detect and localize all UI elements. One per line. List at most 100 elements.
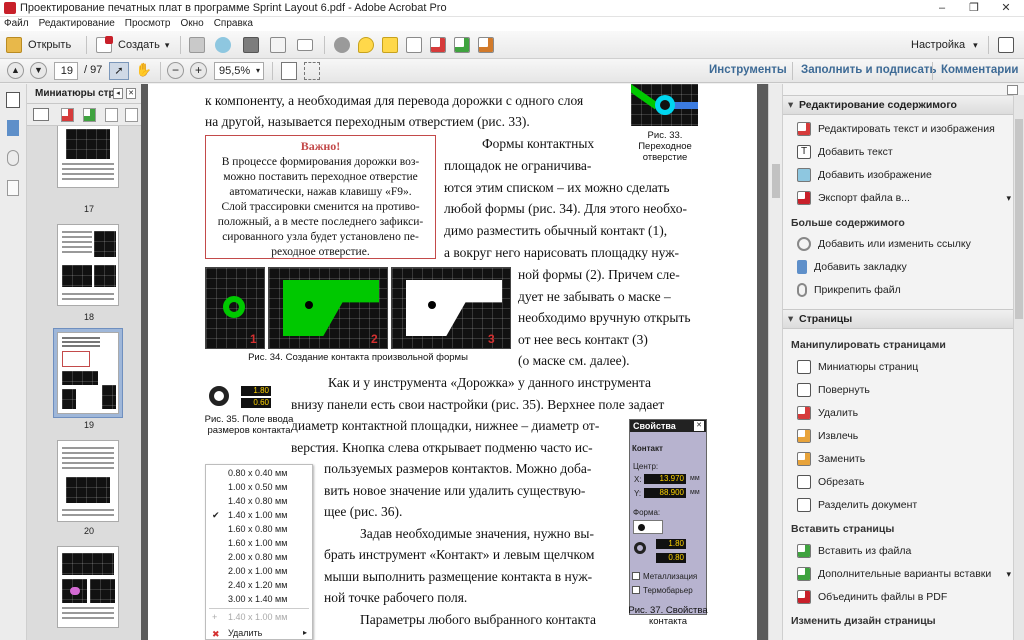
open-button[interactable]: Открыть	[6, 34, 71, 56]
print-page-icon[interactable]	[125, 108, 138, 122]
pad-shape-icon	[209, 386, 229, 406]
menu-view[interactable]: Просмотр	[125, 17, 171, 30]
page-thumbnail[interactable]	[57, 440, 119, 522]
delete-icon: ✖	[212, 629, 220, 639]
tools-panel-scrollbar[interactable]	[1013, 95, 1024, 640]
menu-edit[interactable]: Редактирование	[39, 17, 115, 30]
tool-delete[interactable]: Удалить	[797, 404, 858, 422]
tool-page-thumbnails[interactable]: Миниатюры страниц	[797, 358, 918, 376]
tools-panel: Редактирование содержимого Редактировать…	[782, 84, 1024, 640]
tool-rotate[interactable]: Повернуть	[797, 381, 870, 399]
cloud-upload-icon[interactable]	[215, 37, 231, 53]
collapse-panel-icon[interactable]: ◂	[113, 88, 123, 99]
tool-add-bookmark[interactable]: Добавить закладку	[797, 258, 907, 276]
highlight-icon[interactable]	[382, 37, 398, 53]
panel-options-icon[interactable]	[1007, 85, 1018, 95]
prev-page-button[interactable]: ▲	[7, 62, 24, 79]
sign-icon[interactable]	[406, 37, 422, 53]
zoom-in-button[interactable]: +	[190, 62, 207, 79]
tool-add-image[interactable]: Добавить изображение	[797, 166, 932, 184]
important-note-box: Важно! В процессе формирования дорожки в…	[205, 135, 436, 259]
tool-insert-from-file[interactable]: Вставить из файла	[797, 542, 911, 560]
select-cursor-icon[interactable]: ➚	[109, 62, 129, 80]
menu-bar: Файл Редактирование Просмотр Окно Справка	[0, 17, 1024, 31]
close-button[interactable]: ✕	[990, 0, 1022, 17]
tools-tab[interactable]: Инструменты	[709, 59, 787, 83]
next-page-button[interactable]: ▼	[30, 62, 47, 79]
tool-more-insert-options[interactable]: Дополнительные варианты вставки ▾	[797, 565, 1011, 583]
acrobat-pdf-icon	[4, 2, 16, 14]
properties-dialog: Свойства ✕ Контакт Центр: X: 13.970 мм Y…	[629, 419, 707, 615]
main-toolbar: Открыть Создать ▾ Настройка ▾	[0, 31, 1024, 59]
hand-tool-icon[interactable]: ✋	[134, 62, 154, 80]
document-viewport: к компоненту, а необходимая для перевода…	[141, 84, 768, 640]
crop-icon	[797, 475, 811, 489]
minimize-button[interactable]: –	[926, 0, 958, 17]
thumbnail-options-icon[interactable]	[33, 108, 49, 121]
tool-combine-files[interactable]: Объединить файлы в PDF	[797, 588, 947, 606]
fit-page-icon[interactable]	[281, 62, 297, 80]
tool-replace[interactable]: Заменить	[797, 450, 865, 468]
tool-crop[interactable]: Обрезать	[797, 473, 864, 491]
pad-step-1: 1	[205, 267, 265, 349]
page-thumbnail[interactable]	[57, 224, 119, 306]
edit-document-icon[interactable]	[270, 37, 286, 53]
scroll-thumb[interactable]	[1015, 119, 1023, 319]
thumbnail-page-number: 20	[83, 526, 94, 536]
menu-file[interactable]: Файл	[4, 17, 29, 30]
section-edit-content[interactable]: Редактирование содержимого	[783, 95, 1024, 115]
redact-icon[interactable]	[430, 37, 446, 53]
document-scrollbar[interactable]	[768, 84, 782, 640]
zoom-out-button[interactable]: −	[167, 62, 184, 79]
menu-window[interactable]: Окно	[180, 17, 203, 30]
tool-export-file[interactable]: Экспорт файла в... ▾	[797, 189, 1011, 207]
page-thumbnail[interactable]	[57, 546, 119, 628]
tool-attach-file[interactable]: Прикрепить файл	[797, 281, 901, 299]
tool-add-text[interactable]: T Добавить текст	[797, 143, 893, 161]
tool-add-link[interactable]: Добавить или изменить ссылку	[797, 235, 971, 253]
fullscreen-icon[interactable]	[304, 62, 320, 80]
scroll-thumb[interactable]	[772, 164, 780, 198]
rotate-page-icon[interactable]	[105, 108, 118, 122]
section-pages[interactable]: Страницы	[783, 309, 1024, 329]
zoom-level-select[interactable]: 95,5% ▾	[214, 62, 264, 80]
figure-33-caption: Рис. 33. Переходное отверстие	[638, 130, 692, 163]
gear-icon[interactable]	[334, 37, 350, 53]
comments-tab[interactable]: Комментарии	[941, 59, 1018, 83]
manipulate-pages-header: Манипулировать страницами	[791, 339, 946, 351]
page-thumbnail-current[interactable]	[57, 332, 119, 414]
figure-37-caption: Рис. 37. Свойства контакта	[628, 605, 708, 627]
page-number-input[interactable]: 19	[54, 62, 78, 80]
tool-edit-text-images[interactable]: Редактировать текст и изображения	[797, 120, 995, 138]
signature-icon[interactable]	[7, 180, 19, 196]
print-icon[interactable]	[243, 37, 259, 53]
page-thumbnail[interactable]	[57, 126, 119, 188]
save-icon[interactable]	[189, 37, 205, 53]
pad-shape-icon	[634, 542, 646, 554]
insert-page-icon[interactable]	[83, 108, 96, 122]
tool-split-document[interactable]: Разделить документ	[797, 496, 917, 514]
title-bar: Проектирование печатных плат в программе…	[0, 0, 1024, 17]
fill-sign-tab[interactable]: Заполнить и подписать	[801, 59, 937, 83]
attachment-icon[interactable]	[7, 150, 19, 166]
thumbnail-page-number: 17	[83, 204, 94, 214]
create-button[interactable]: Создать ▾	[96, 34, 169, 56]
page-thumbnails-icon[interactable]	[6, 92, 20, 108]
pdf-page: к компоненту, а необходимая для перевода…	[148, 84, 757, 640]
expand-icon[interactable]	[998, 37, 1014, 53]
menu-help[interactable]: Справка	[214, 17, 253, 30]
stamp-icon[interactable]	[478, 37, 494, 53]
settings-menu[interactable]: Настройка ▾	[911, 34, 978, 56]
page-total: / 97	[84, 64, 103, 76]
thumbnail-toolbar	[27, 104, 141, 126]
close-panel-icon[interactable]: ✕	[126, 88, 136, 99]
thumbnail-panel: Миниатюры стр... ◂ ✕ 17 18 19 20	[27, 84, 166, 640]
bookmark-icon[interactable]	[7, 120, 19, 136]
export-icon[interactable]	[454, 37, 470, 53]
maximize-button[interactable]: ❐	[958, 0, 990, 17]
tool-extract[interactable]: Извлечь	[797, 427, 858, 445]
split-icon	[797, 498, 811, 512]
delete-page-icon[interactable]	[61, 108, 74, 122]
email-icon[interactable]	[297, 39, 313, 51]
comment-icon[interactable]	[358, 37, 374, 53]
